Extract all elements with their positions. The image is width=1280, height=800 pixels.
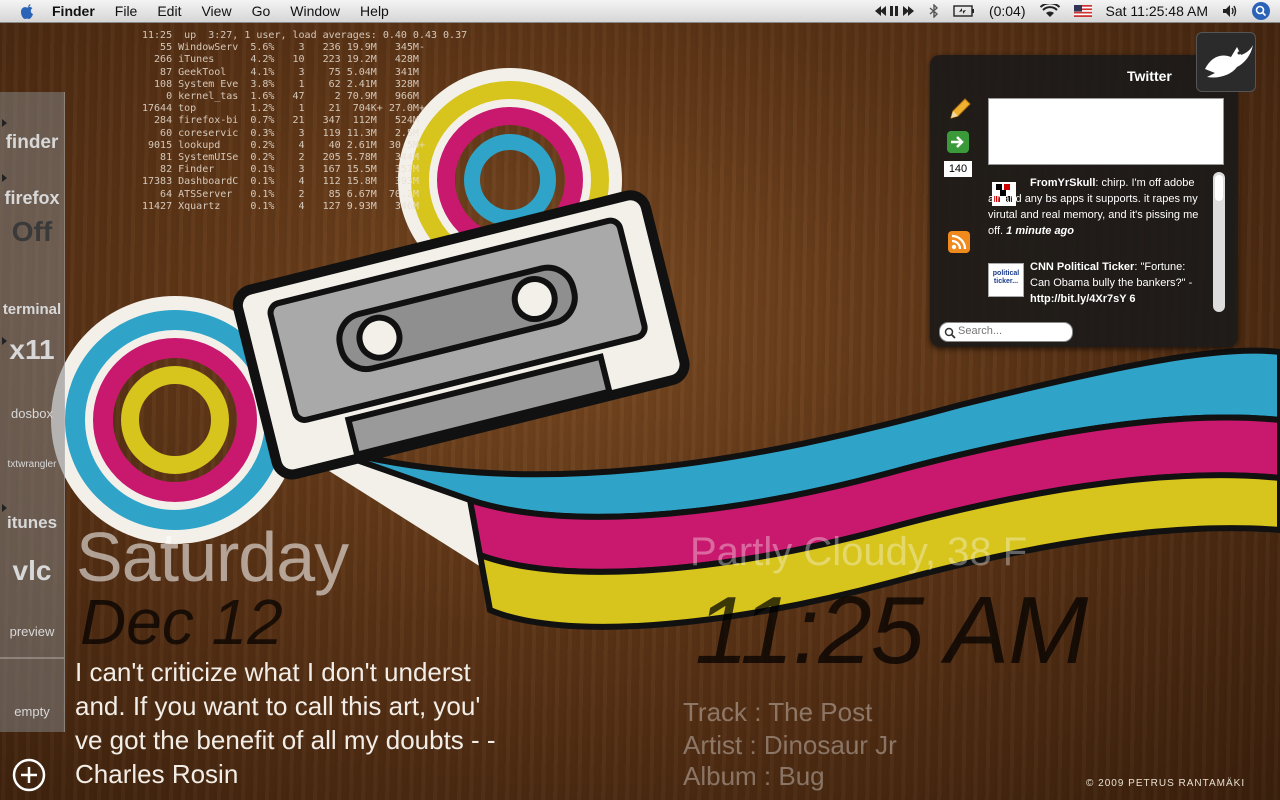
avatar: political ticker... xyxy=(988,263,1024,297)
menu-help[interactable]: Help xyxy=(360,3,389,19)
menu-go[interactable]: Go xyxy=(252,3,271,19)
artist-credit: © 2009 PETRUS RANTAMÄKI xyxy=(1086,778,1246,789)
date-label: Dec 12 xyxy=(80,586,283,658)
tweet-input[interactable] xyxy=(988,98,1224,165)
wifi-icon[interactable] xyxy=(1039,4,1060,18)
twitter-title: Twitter xyxy=(1127,68,1172,84)
dock-item-firefox[interactable]: firefox xyxy=(0,188,64,209)
tweet-time[interactable]: 1 minute ago xyxy=(1006,225,1074,237)
dock-item-off[interactable]: Off xyxy=(0,216,64,248)
dock-item-txtwrangler[interactable]: txtwrangler xyxy=(0,459,64,470)
twitter-bird-icon[interactable] xyxy=(1196,32,1256,92)
bluetooth-icon[interactable] xyxy=(929,4,939,18)
itunes-controls-icon[interactable] xyxy=(874,5,915,17)
dock-item-dosbox[interactable]: dosbox xyxy=(0,406,64,421)
tweet-link[interactable]: http://bit.ly/4Xr7sY 6 xyxy=(1030,293,1136,305)
day-of-week: Saturday xyxy=(76,518,349,596)
quote-text: I can't criticize what I don't underst a… xyxy=(75,657,496,789)
top-process-list: 11:25 up 3:27, 1 user, load averages: 0.… xyxy=(142,30,468,212)
pencil-icon[interactable] xyxy=(948,97,972,126)
dock-separator xyxy=(0,657,64,659)
search-field[interactable] xyxy=(939,322,1073,342)
add-button[interactable] xyxy=(12,758,46,792)
running-indicator xyxy=(2,174,7,182)
dock-item-x11[interactable]: x11 xyxy=(0,334,64,366)
search-icon xyxy=(944,326,956,344)
dock-item-itunes[interactable]: itunes xyxy=(0,513,64,533)
desktop-clock: 11:25 AM xyxy=(695,577,1088,684)
menu-bar: Finder File Edit View Go Window Help (0:… xyxy=(0,0,1280,23)
menu-window[interactable]: Window xyxy=(290,3,340,19)
battery-icon[interactable] xyxy=(953,5,975,17)
album-label: Album : Bug xyxy=(683,761,825,791)
weather-text: Partly Cloudy, 38 F xyxy=(690,530,1028,574)
tweet-item: FromYrSkull: chirp. I'm off adobe air an… xyxy=(988,175,1208,239)
app-menu-finder[interactable]: Finder xyxy=(52,3,95,19)
spotlight-icon[interactable] xyxy=(1252,2,1270,20)
us-flag-icon[interactable] xyxy=(1073,5,1092,17)
menubar-clock[interactable]: Sat 11:25:48 AM xyxy=(1106,3,1208,19)
menu-file[interactable]: File xyxy=(115,3,138,19)
battery-time: (0:04) xyxy=(988,3,1026,19)
twitter-widget: Twitter 140 FromYrSkull: chirp. I'm off … xyxy=(930,55,1238,347)
scrollbar-thumb[interactable] xyxy=(1215,175,1223,201)
dock-item-terminal[interactable]: terminal xyxy=(0,301,64,318)
search-input[interactable] xyxy=(958,325,1063,337)
character-count: 140 xyxy=(944,161,972,177)
menu-edit[interactable]: Edit xyxy=(157,3,181,19)
tweet-user[interactable]: FromYrSkull xyxy=(1030,177,1095,189)
apple-menu-icon[interactable] xyxy=(18,3,36,19)
tweet-item: CNN Political Ticker: "Fortune: Can Obam… xyxy=(1030,259,1202,307)
tweet-user[interactable]: CNN Political Ticker xyxy=(1030,261,1134,273)
track-label: Track : The Post xyxy=(683,697,873,727)
dock-item-empty-trash[interactable]: empty xyxy=(0,704,64,719)
artist-label: Artist : Dinosaur Jr xyxy=(683,730,897,760)
menu-view[interactable]: View xyxy=(201,3,231,19)
rss-icon[interactable] xyxy=(948,231,970,258)
dock-item-vlc[interactable]: vlc xyxy=(0,555,64,587)
running-indicator xyxy=(2,119,7,127)
dock: finder firefox Off terminal x11 dosbox t… xyxy=(0,92,65,732)
dock-item-finder[interactable]: finder xyxy=(0,132,64,154)
dock-item-preview[interactable]: preview xyxy=(0,624,64,639)
volume-icon[interactable] xyxy=(1222,4,1238,18)
running-indicator xyxy=(2,504,7,512)
send-arrow-icon[interactable] xyxy=(946,130,970,159)
